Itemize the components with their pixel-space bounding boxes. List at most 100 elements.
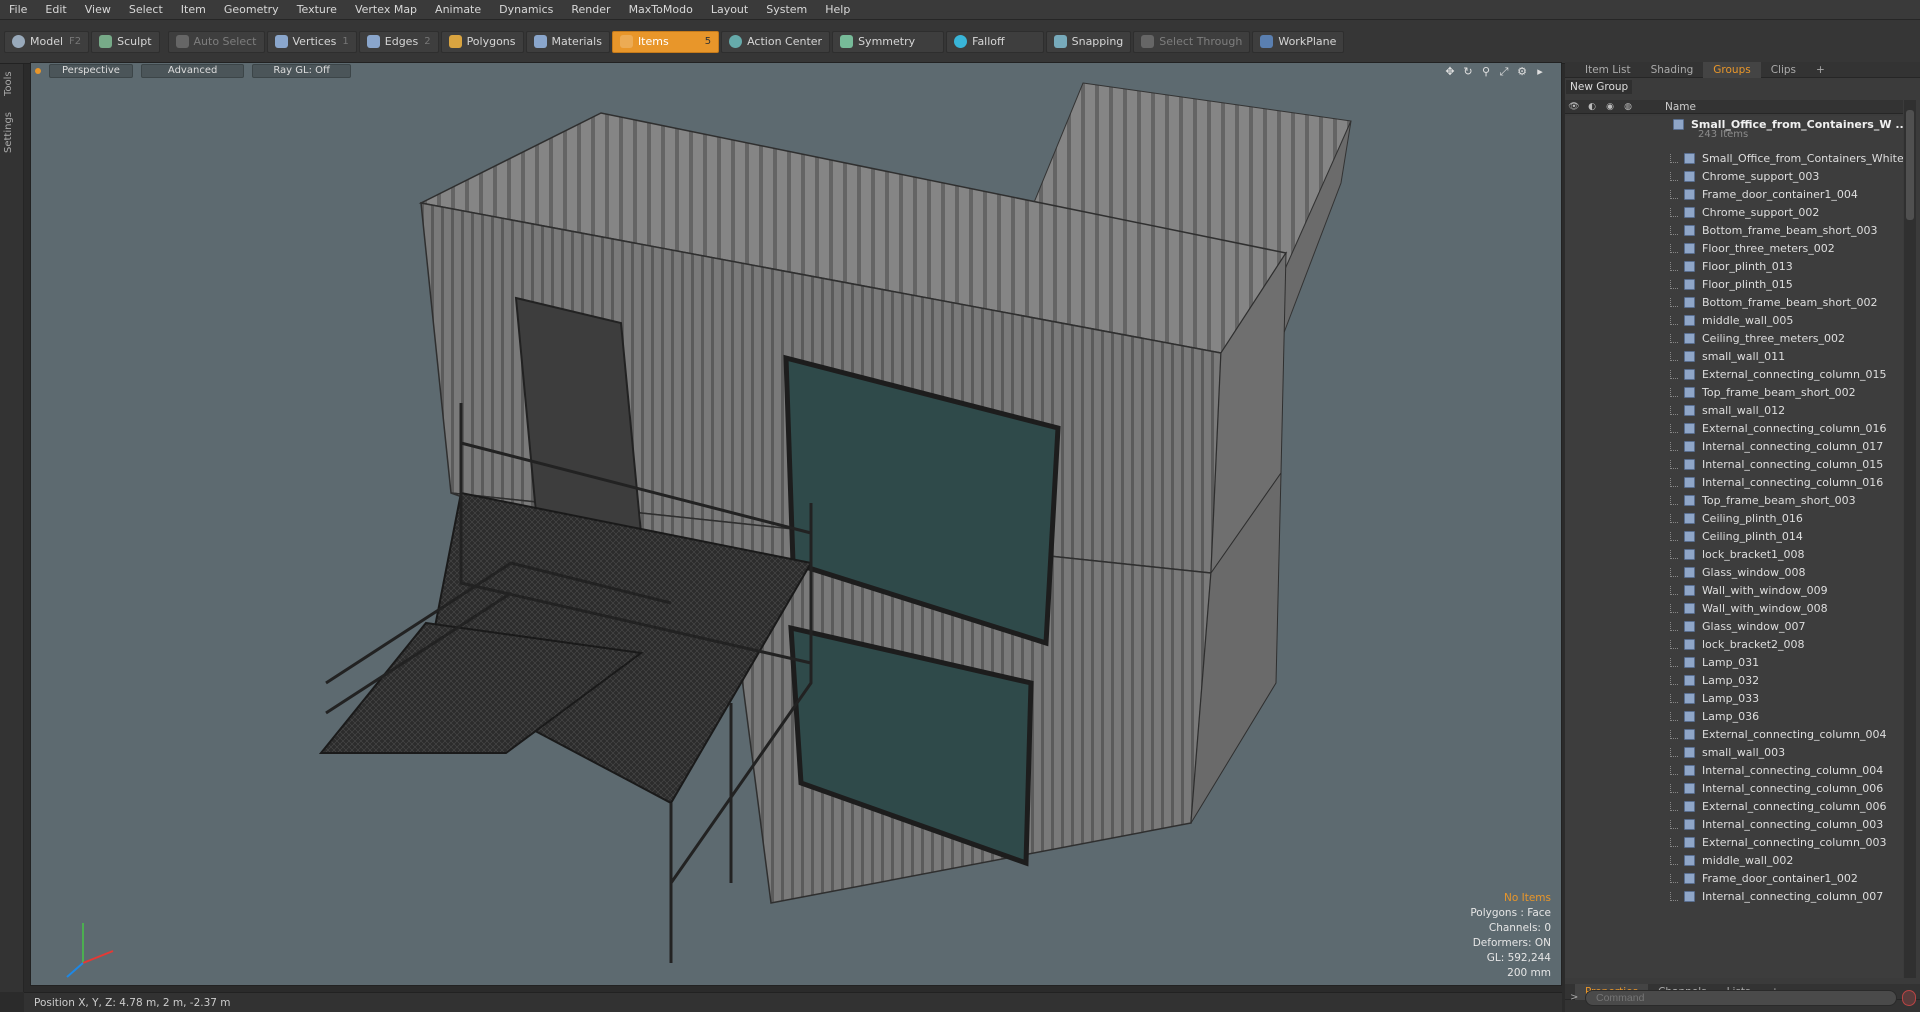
tab-groups[interactable]: Groups (1703, 61, 1761, 78)
list-item[interactable]: Frame_door_container1_004 (1565, 186, 1903, 204)
rotate-icon[interactable]: ↻ (1461, 65, 1475, 79)
vertices-icon (274, 35, 288, 48)
list-item[interactable]: Chrome_support_003 (1565, 168, 1903, 186)
list-item[interactable]: Internal_connecting_column_016 (1565, 474, 1903, 492)
select-through-button[interactable]: Select Through (1133, 30, 1251, 53)
list-item[interactable]: External_connecting_column_006 (1565, 798, 1903, 816)
model-button[interactable]: Model F2 (4, 30, 90, 53)
menu-item-item[interactable]: Item (172, 3, 215, 16)
menu-item-maxtomodo[interactable]: MaxToModo (620, 3, 702, 16)
list-item[interactable]: Glass_window_008 (1565, 564, 1903, 582)
list-item[interactable]: Chrome_support_002 (1565, 204, 1903, 222)
list-item[interactable]: Internal_connecting_column_006 (1565, 780, 1903, 798)
settings-tab[interactable]: Settings (3, 106, 21, 158)
list-item[interactable]: Small_Office_from_Containers_White (1565, 150, 1903, 168)
tab-shading[interactable]: Shading (1641, 62, 1704, 78)
list-item[interactable]: Internal_connecting_column_003 (1565, 816, 1903, 834)
list-item[interactable]: Internal_connecting_column_007 (1565, 888, 1903, 906)
list-item[interactable]: lock_bracket1_008 (1565, 546, 1903, 564)
sculpt-button[interactable]: Sculpt (91, 30, 160, 53)
select-column-icon[interactable]: ◍ (1619, 100, 1637, 114)
list-scrollbar[interactable] (1904, 100, 1916, 978)
3d-viewport[interactable]: Perspective Advanced Ray GL: Off ✥ ↻ ⚲ ⤢… (30, 62, 1562, 986)
menu-item-help[interactable]: Help (816, 3, 859, 16)
pan-icon[interactable]: ✥ (1443, 65, 1457, 79)
list-item[interactable]: External_connecting_column_003 (1565, 834, 1903, 852)
menu-item-texture[interactable]: Texture (288, 3, 346, 16)
list-item[interactable]: Lamp_033 (1565, 690, 1903, 708)
list-item[interactable]: middle_wall_002 (1565, 852, 1903, 870)
visibility-column-icon[interactable]: 👁 (1565, 100, 1583, 114)
items-button[interactable]: Items 5 (611, 30, 720, 53)
lock-column-icon[interactable]: ◉ (1601, 100, 1619, 114)
list-item[interactable]: small_wall_003 (1565, 744, 1903, 762)
falloff-button[interactable]: Falloff (946, 30, 1044, 53)
action-center-button[interactable]: Action Center (721, 30, 831, 53)
menu-item-geometry[interactable]: Geometry (215, 3, 288, 16)
list-item[interactable]: Ceiling_three_meters_002 (1565, 330, 1903, 348)
snapping-button[interactable]: Snapping (1045, 30, 1132, 53)
menu-item-dynamics[interactable]: Dynamics (490, 3, 562, 16)
list-item[interactable]: Floor_three_meters_002 (1565, 240, 1903, 258)
list-item[interactable]: small_wall_012 (1565, 402, 1903, 420)
arrow-right-icon[interactable]: ▸ (1533, 65, 1547, 79)
menu-item-system[interactable]: System (757, 3, 816, 16)
list-item[interactable]: Frame_door_container1_002 (1565, 870, 1903, 888)
auto-select-button[interactable]: Auto Select (167, 30, 265, 53)
menu-item-vertex-map[interactable]: Vertex Map (346, 3, 426, 16)
workplane-button[interactable]: WorkPlane (1252, 30, 1345, 53)
list-item[interactable]: External_connecting_column_015 (1565, 366, 1903, 384)
list-item[interactable]: Glass_window_007 (1565, 618, 1903, 636)
shading-mode-button[interactable]: Advanced (140, 64, 245, 78)
menu-item-render[interactable]: Render (562, 3, 619, 16)
menu-item-view[interactable]: View (76, 3, 120, 16)
list-item[interactable]: Floor_plinth_015 (1565, 276, 1903, 294)
list-item[interactable]: Lamp_036 (1565, 708, 1903, 726)
menu-item-layout[interactable]: Layout (702, 3, 757, 16)
list-item[interactable]: External_connecting_column_004 (1565, 726, 1903, 744)
list-item[interactable]: Internal_connecting_column_015 (1565, 456, 1903, 474)
menu-item-edit[interactable]: Edit (36, 3, 75, 16)
tab-item-list[interactable]: Item List (1575, 62, 1641, 78)
maximize-icon[interactable]: ⤢ (1497, 65, 1511, 79)
materials-button[interactable]: Materials (525, 30, 610, 53)
command-stop-button[interactable] (1902, 990, 1916, 1006)
new-group-button[interactable]: New Group (1566, 80, 1633, 94)
list-item[interactable]: middle_wall_005 (1565, 312, 1903, 330)
list-item[interactable]: Internal_connecting_column_017 (1565, 438, 1903, 456)
gear-icon[interactable]: ⚙ (1515, 65, 1529, 79)
tools-tab[interactable]: Tools (3, 66, 21, 102)
render-column-icon[interactable]: ◐ (1583, 100, 1601, 114)
tab-add[interactable]: + (1806, 62, 1835, 78)
list-item[interactable]: Wall_with_window_009 (1565, 582, 1903, 600)
viewport-menu-icon[interactable] (35, 68, 41, 74)
list-item[interactable]: Ceiling_plinth_014 (1565, 528, 1903, 546)
list-item[interactable]: External_connecting_column_016 (1565, 420, 1903, 438)
list-item[interactable]: small_wall_011 (1565, 348, 1903, 366)
list-item[interactable]: Internal_connecting_column_004 (1565, 762, 1903, 780)
view-type-button[interactable]: Perspective (49, 64, 133, 78)
tab-clips[interactable]: Clips (1761, 62, 1806, 78)
symmetry-button[interactable]: Symmetry (832, 30, 945, 53)
list-item[interactable]: Ceiling_plinth_016 (1565, 510, 1903, 528)
list-item[interactable]: Lamp_031 (1565, 654, 1903, 672)
list-item[interactable]: Floor_plinth_013 (1565, 258, 1903, 276)
menu-item-select[interactable]: Select (120, 3, 172, 16)
list-item[interactable]: Top_frame_beam_short_003 (1565, 492, 1903, 510)
list-item[interactable]: Top_frame_beam_short_002 (1565, 384, 1903, 402)
list-item[interactable]: lock_bracket2_008 (1565, 636, 1903, 654)
command-input[interactable] (1585, 990, 1897, 1006)
edges-button[interactable]: Edges 2 (358, 30, 439, 53)
polygons-button[interactable]: Polygons (440, 30, 524, 53)
list-item[interactable]: Wall_with_window_008 (1565, 600, 1903, 618)
ray-gl-button[interactable]: Ray GL: Off (252, 64, 351, 78)
tree-line (1670, 748, 1678, 757)
list-item[interactable]: Bottom_frame_beam_short_002 (1565, 294, 1903, 312)
menu-item-file[interactable]: File (0, 3, 36, 16)
zoom-icon[interactable]: ⚲ (1479, 65, 1493, 79)
menu-item-animate[interactable]: Animate (426, 3, 490, 16)
name-column-header[interactable]: Name (1665, 101, 1696, 113)
list-item[interactable]: Bottom_frame_beam_short_003 (1565, 222, 1903, 240)
vertices-button[interactable]: Vertices 1 (266, 30, 357, 53)
list-item[interactable]: Lamp_032 (1565, 672, 1903, 690)
